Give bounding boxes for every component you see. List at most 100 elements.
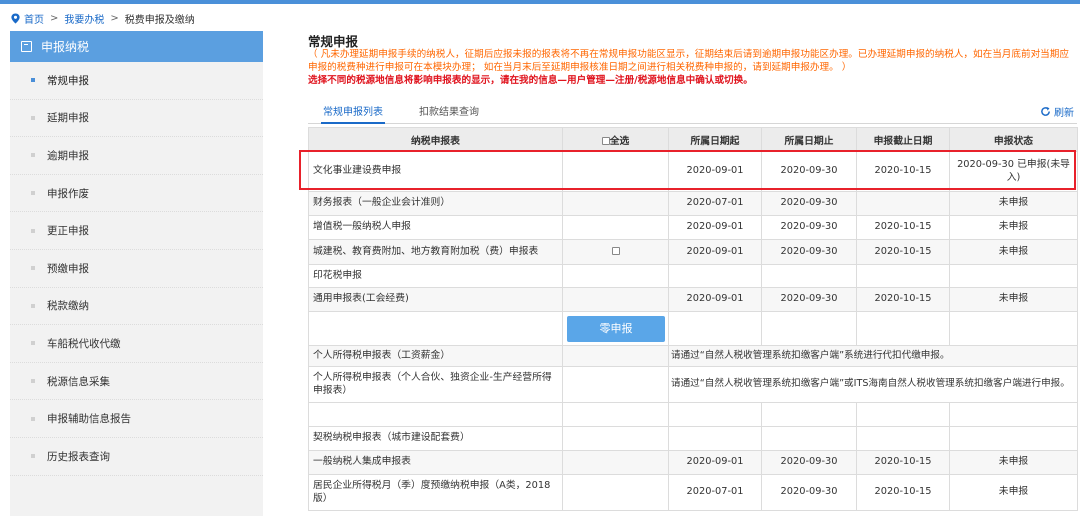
row-select-cell (562, 191, 669, 216)
filing-status: 未申报 (949, 474, 1078, 511)
window-icon (21, 41, 32, 52)
form-name[interactable]: 印花税申报 (308, 264, 563, 288)
empty-cell (856, 311, 950, 346)
empty-cell (856, 402, 950, 427)
sidebar-item-label: 常规申报 (47, 74, 89, 87)
breadcrumb-separator: > (110, 12, 119, 24)
empty-cell (761, 402, 857, 427)
row-select-cell (562, 474, 669, 511)
sidebar-item-label: 预缴申报 (47, 262, 89, 275)
form-name[interactable]: 个人所得税申报表（工资薪金） (308, 345, 563, 367)
bullet-icon (31, 454, 35, 459)
sidebar-item-auxiliary-report[interactable]: 申报辅助信息报告 (10, 400, 263, 438)
header-deadline: 申报截止日期 (856, 127, 950, 152)
end-date: 2020-09-30 (761, 239, 857, 265)
end-date (761, 426, 857, 451)
location-pin-icon (11, 12, 20, 24)
form-name[interactable]: 城建税、教育费附加、地方教育附加税（费）申报表 (308, 239, 563, 265)
sidebar-item-correct-filing[interactable]: 更正申报 (10, 212, 263, 250)
header-end-date: 所属日期止 (761, 127, 857, 152)
sidebar-item-label: 税款缴纳 (47, 300, 89, 313)
filing-status: 未申报 (949, 239, 1078, 265)
sidebar-item-vessel-tax[interactable]: 车船税代收代缴 (10, 325, 263, 363)
table-row: 零申报 (308, 311, 1078, 346)
end-date: 2020-09-30 (761, 215, 857, 240)
empty-cell (949, 311, 1078, 346)
header-select-all[interactable]: 全选 (562, 127, 669, 152)
bullet-icon (31, 416, 35, 421)
end-date: 2020-09-30 (761, 474, 857, 511)
deadline-date: 2020-10-15 (856, 450, 950, 475)
breadcrumb-home-link[interactable]: 首页 (24, 11, 44, 26)
refresh-button[interactable]: 刷新 (1040, 104, 1074, 119)
tab-deduction-result[interactable]: 扣款结果查询 (419, 104, 479, 124)
sidebar-item-void-filing[interactable]: 申报作废 (10, 175, 263, 213)
empty-cell (949, 402, 1078, 427)
form-name[interactable]: 财务报表（一般企业会计准则） (308, 191, 563, 216)
row-select-cell (562, 345, 669, 367)
table-row[interactable]: 一般纳税人集成申报表 2020-09-01 2020-09-30 2020-10… (308, 450, 1078, 475)
row-select-cell (562, 450, 669, 475)
empty-cell (562, 402, 669, 427)
sidebar-item-regular-filing[interactable]: 常规申报 (10, 62, 263, 100)
table-row[interactable]: 印花税申报 (308, 264, 1078, 288)
form-name[interactable]: 居民企业所得税月（季）度预缴纳税申报（A类，2018版） (308, 474, 563, 511)
filing-status: 未申报 (949, 287, 1078, 312)
sidebar-item-tax-source-collection[interactable]: 税源信息采集 (10, 363, 263, 401)
highlight-box (299, 150, 1076, 190)
start-date: 2020-09-01 (668, 450, 762, 475)
form-name[interactable]: 个人所得税申报表（个人合伙、独资企业-生产经营所得申报表） (308, 366, 563, 403)
start-date: 2020-07-01 (668, 474, 762, 511)
sidebar-item-overdue-filing[interactable]: 逾期申报 (10, 137, 263, 175)
sidebar-item-tax-payment[interactable]: 税款缴纳 (10, 288, 263, 326)
table-row[interactable]: 财务报表（一般企业会计准则） 2020-07-01 2020-09-30 未申报 (308, 191, 1078, 216)
end-date: 2020-09-30 (761, 450, 857, 475)
table-row[interactable]: 城建税、教育费附加、地方教育附加税（费）申报表 2020-09-01 2020-… (308, 239, 1078, 265)
row-checkbox[interactable] (611, 246, 620, 255)
end-date: 2020-09-30 (761, 287, 857, 312)
refresh-label: 刷新 (1054, 108, 1074, 119)
filing-status: 未申报 (949, 191, 1078, 216)
row-select-cell (562, 426, 669, 451)
end-date: 2020-09-30 (761, 191, 857, 216)
bullet-icon (31, 341, 35, 346)
row-select-cell (562, 264, 669, 288)
tab-bar: 常规申报列表 扣款结果查询 刷新 (308, 104, 1077, 124)
zero-filing-button[interactable]: 零申报 (567, 315, 665, 342)
tab-regular-list[interactable]: 常规申报列表 (321, 104, 385, 124)
start-date: 2020-09-01 (668, 239, 762, 265)
form-name[interactable]: 增值税一般纳税人申报 (308, 215, 563, 240)
form-name[interactable]: 一般纳税人集成申报表 (308, 450, 563, 475)
sidebar-item-label: 车船税代收代缴 (47, 337, 121, 350)
sidebar-item-label: 延期申报 (47, 112, 89, 125)
breadcrumb-tax-link[interactable]: 我要办税 (64, 11, 104, 26)
table-row[interactable]: 通用申报表(工会经费) 2020-09-01 2020-09-30 2020-1… (308, 287, 1078, 312)
table-row[interactable]: 居民企业所得税月（季）度预缴纳税申报（A类，2018版） 2020-07-01 … (308, 474, 1078, 511)
deadline-date (856, 426, 950, 451)
sidebar-header[interactable]: 申报纳税 (10, 31, 263, 62)
row-note: 请通过“自然人税收管理系统扣缴客户端”或ITS海南自然人税收管理系统扣缴客户端进… (668, 366, 1078, 403)
table-row[interactable]: 契税纳税申报表（城市建设配套费） (308, 426, 1078, 451)
bullet-icon (31, 153, 35, 158)
bullet-icon (31, 228, 35, 233)
bullet-icon (31, 379, 35, 384)
breadcrumb-current: 税费申报及缴纳 (124, 14, 195, 26)
table-row[interactable]: 个人所得税申报表（工资薪金） 请通过“自然人税收管理系统扣缴客户端”系统进行代扣… (308, 345, 1078, 367)
refresh-icon (1041, 106, 1050, 116)
sidebar-item-extension-filing[interactable]: 延期申报 (10, 100, 263, 138)
form-name[interactable]: 通用申报表(工会经费) (308, 287, 563, 312)
select-all-checkbox[interactable] (601, 136, 610, 145)
top-accent-bar (0, 0, 1080, 4)
sidebar-item-prepay-filing[interactable]: 预缴申报 (10, 250, 263, 288)
sidebar-item-history-query[interactable]: 历史报表查询 (10, 438, 263, 476)
bullet-icon (31, 303, 35, 308)
bullet-icon (31, 266, 35, 271)
page-title: 常规申报 (308, 34, 359, 49)
form-name[interactable]: 契税纳税申报表（城市建设配套费） (308, 426, 563, 451)
sidebar-header-label: 申报纳税 (41, 40, 90, 54)
table-row[interactable]: 个人所得税申报表（个人合伙、独资企业-生产经营所得申报表） 请通过“自然人税收管… (308, 366, 1078, 403)
empty-cell (761, 311, 857, 346)
deadline-date: 2020-10-15 (856, 287, 950, 312)
table-row[interactable]: 增值税一般纳税人申报 2020-09-01 2020-09-30 2020-10… (308, 215, 1078, 240)
notice-warning: 选择不同的税源地信息将影响申报表的显示，请在我的信息—用户管理—注册/税源地信息… (308, 75, 753, 86)
